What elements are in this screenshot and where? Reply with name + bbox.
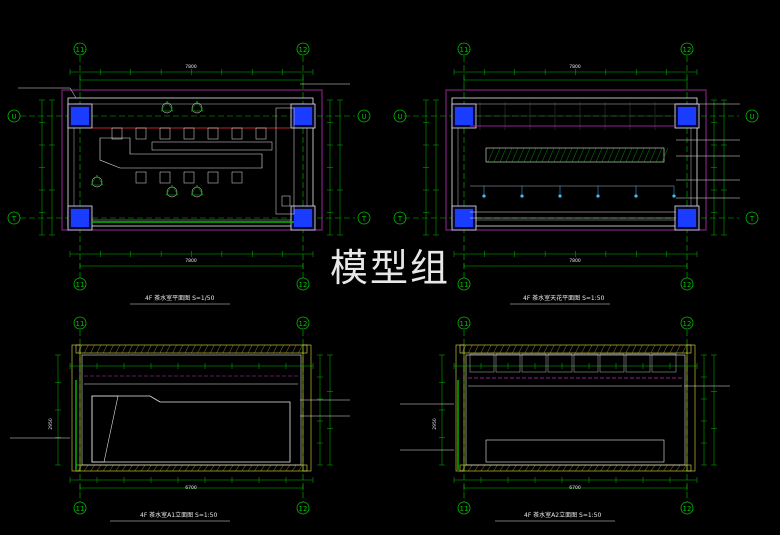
dim-plan-top: 7800 — [185, 64, 197, 70]
structural-column — [71, 107, 89, 125]
dim-elev1-height: 2950 — [48, 418, 54, 430]
downlight — [634, 194, 638, 198]
floor-plan-title: 4F 茶水室平面图 S=1/50 — [145, 294, 215, 302]
grid-bubble-11: 11 — [76, 46, 85, 54]
dim-elev2-width: 6700 — [569, 485, 581, 491]
grid-bubble-12: 12 — [683, 46, 692, 54]
downlight — [482, 194, 486, 198]
grid-bubble-11: 11 — [76, 505, 85, 513]
structural-column — [71, 209, 89, 227]
grid-bubble-11: 11 — [76, 320, 85, 328]
ceiling-plan-title: 4F 茶水室天花平面图 S=1:50 — [523, 294, 605, 302]
grid-bubble-12: 12 — [299, 46, 308, 54]
dim-plan2-top: 7800 — [569, 64, 581, 70]
grid-bubble-12: 12 — [683, 320, 692, 328]
grid-bubble-u: U — [11, 113, 16, 121]
structural-column — [678, 209, 696, 227]
grid-bubble-12: 12 — [299, 320, 308, 328]
downlight — [596, 194, 600, 198]
grid-bubble-t: T — [361, 215, 367, 223]
elevation-a-title: 4F 茶水室A1立面图 S=1:50 — [140, 511, 217, 519]
structural-column — [294, 209, 312, 227]
watermark-text: 模型组 — [329, 246, 450, 290]
grid-bubble-t: T — [749, 215, 755, 223]
grid-bubble-u: U — [397, 113, 402, 121]
downlight — [672, 194, 676, 198]
structural-column — [678, 107, 696, 125]
grid-bubble-u: U — [749, 113, 754, 121]
grid-bubble-12: 12 — [683, 505, 692, 513]
grid-bubble-11: 11 — [460, 505, 469, 513]
grid-bubble-11: 11 — [460, 320, 469, 328]
downlight — [520, 194, 524, 198]
grid-bubble-u: U — [361, 113, 366, 121]
grid-bubble-12: 12 — [299, 505, 308, 513]
grid-bubble-t: T — [11, 215, 17, 223]
grid-bubble-t: T — [397, 215, 403, 223]
dim-elev2-height: 2950 — [432, 418, 438, 430]
elevation-b-title: 4F 茶水室A2立面图 S=1:50 — [524, 511, 601, 519]
downlight — [558, 194, 562, 198]
structural-column — [294, 107, 312, 125]
structural-column — [455, 107, 473, 125]
grid-bubble-11: 11 — [460, 46, 469, 54]
dim-elev1-width: 6700 — [185, 485, 197, 491]
